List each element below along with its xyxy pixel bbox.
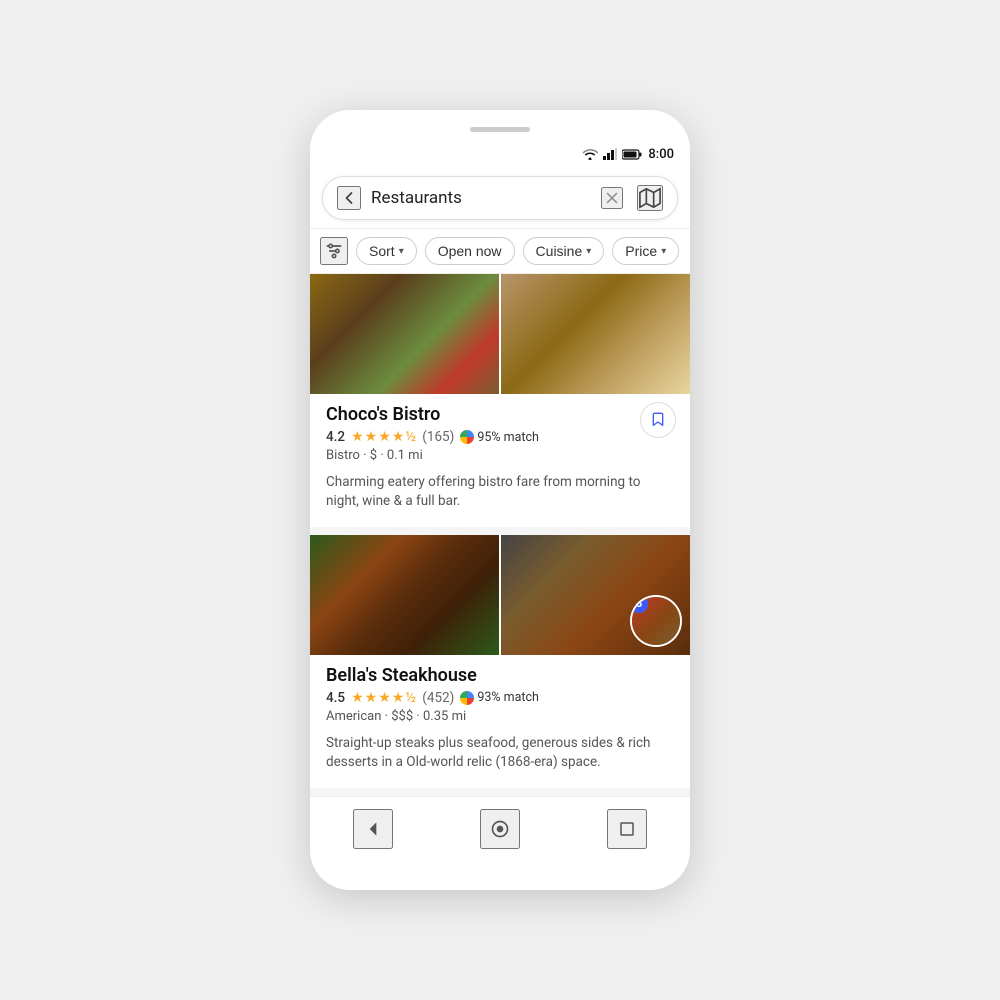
bellas-image-1 xyxy=(310,535,499,655)
signal-icon xyxy=(603,145,617,164)
filter-cuisine-label: Cuisine xyxy=(536,243,583,259)
chocos-image-1 xyxy=(310,274,499,394)
restaurant-card-chocos[interactable]: Choco's Bistro 4.2 ★ ★ ★ ★ ½ (165) 95% m… xyxy=(310,274,690,535)
star-b-1: ★ xyxy=(351,690,364,706)
match-circle-icon xyxy=(460,430,474,444)
chocos-bookmark-button[interactable] xyxy=(640,402,676,438)
chocos-images xyxy=(310,274,690,394)
bellas-stars: ★ ★ ★ ★ ½ xyxy=(351,690,416,706)
nav-recent-button[interactable] xyxy=(607,809,647,849)
bellas-avatar-image: 5 xyxy=(632,597,680,645)
bellas-avatar-num: 5 xyxy=(630,595,648,613)
star-b-3: ★ xyxy=(378,690,391,706)
filter-chip-price[interactable]: Price ▾ xyxy=(612,237,679,265)
bellas-info: Bella's Steakhouse 4.5 ★ ★ ★ ★ ½ (452) 9… xyxy=(310,655,690,734)
star-2: ★ xyxy=(365,429,378,445)
search-back-button[interactable] xyxy=(337,186,361,210)
chocos-rating-num: 4.2 xyxy=(326,429,345,445)
bellas-match-percent: 93% match xyxy=(477,690,539,705)
bellas-match-badge: 93% match xyxy=(460,690,539,705)
filter-bar: Sort ▾ Open now Cuisine ▾ Price ▾ xyxy=(310,229,690,274)
chocos-review-count: (165) xyxy=(422,429,454,445)
chocos-image-2 xyxy=(501,274,690,394)
filter-price-label: Price xyxy=(625,243,657,259)
phone-frame: 8:00 Restaurants xyxy=(310,110,690,890)
bellas-name: Bella's Steakhouse xyxy=(326,665,674,686)
status-icons xyxy=(582,145,642,164)
bellas-rating-num: 4.5 xyxy=(326,690,345,706)
star-b-4: ★ xyxy=(392,690,405,706)
filter-open-now-label: Open now xyxy=(438,243,502,259)
results-container: Choco's Bistro 4.2 ★ ★ ★ ★ ½ (165) 95% m… xyxy=(310,274,690,796)
bellas-details: American · $$$ · 0.35 mi xyxy=(326,709,674,724)
filter-chip-sort[interactable]: Sort ▾ xyxy=(356,237,417,265)
match-circle-icon-2 xyxy=(460,691,474,705)
bellas-images: 5 xyxy=(310,535,690,655)
chocos-rating-row: 4.2 ★ ★ ★ ★ ½ (165) 95% match xyxy=(326,429,674,445)
chevron-down-icon: ▾ xyxy=(399,246,404,257)
star-4: ★ xyxy=(392,429,405,445)
search-bar[interactable]: Restaurants xyxy=(322,176,678,220)
bellas-description: Straight-up steaks plus seafood, generou… xyxy=(310,734,690,772)
chocos-stars: ★ ★ ★ ★ ½ xyxy=(351,429,416,445)
search-bar-container: Restaurants xyxy=(310,168,690,229)
nav-bar xyxy=(310,796,690,859)
chocos-name: Choco's Bistro xyxy=(326,404,674,425)
chevron-down-icon-3: ▾ xyxy=(661,246,666,257)
chocos-description: Charming eatery offering bistro fare fro… xyxy=(310,473,690,511)
phone-notch xyxy=(310,110,690,140)
bellas-rating-row: 4.5 ★ ★ ★ ★ ½ (452) 93% match xyxy=(326,690,674,706)
wifi-icon xyxy=(582,145,598,164)
chocos-details: Bistro · $ · 0.1 mi xyxy=(326,448,674,463)
bellas-review-count: (452) xyxy=(422,690,454,706)
filter-icon-button[interactable] xyxy=(320,237,348,265)
star-half: ½ xyxy=(405,429,416,445)
chocos-match-badge: 95% match xyxy=(460,430,539,445)
bellas-avatar-badge: 5 xyxy=(630,595,682,647)
search-query: Restaurants xyxy=(371,188,591,208)
chocos-info: Choco's Bistro 4.2 ★ ★ ★ ★ ½ (165) 95% m… xyxy=(310,394,690,473)
status-time: 8:00 xyxy=(648,147,674,162)
phone-pill xyxy=(470,127,530,132)
chocos-match-percent: 95% match xyxy=(477,430,539,445)
nav-back-button[interactable] xyxy=(353,809,393,849)
filter-chip-open-now[interactable]: Open now xyxy=(425,237,515,265)
star-1: ★ xyxy=(351,429,364,445)
battery-icon xyxy=(622,145,642,164)
filter-chip-cuisine[interactable]: Cuisine ▾ xyxy=(523,237,605,265)
nav-home-button[interactable] xyxy=(480,809,520,849)
chevron-down-icon-2: ▾ xyxy=(586,246,591,257)
restaurant-card-bellas[interactable]: 5 Bella's Steakhouse 4.5 ★ ★ ★ ★ ½ (452) xyxy=(310,535,690,796)
status-bar: 8:00 xyxy=(310,140,690,168)
star-b-half: ½ xyxy=(405,690,416,706)
star-b-2: ★ xyxy=(365,690,378,706)
star-3: ★ xyxy=(378,429,391,445)
filter-sort-label: Sort xyxy=(369,243,395,259)
search-map-button[interactable] xyxy=(637,185,663,211)
search-clear-button[interactable] xyxy=(601,187,623,209)
